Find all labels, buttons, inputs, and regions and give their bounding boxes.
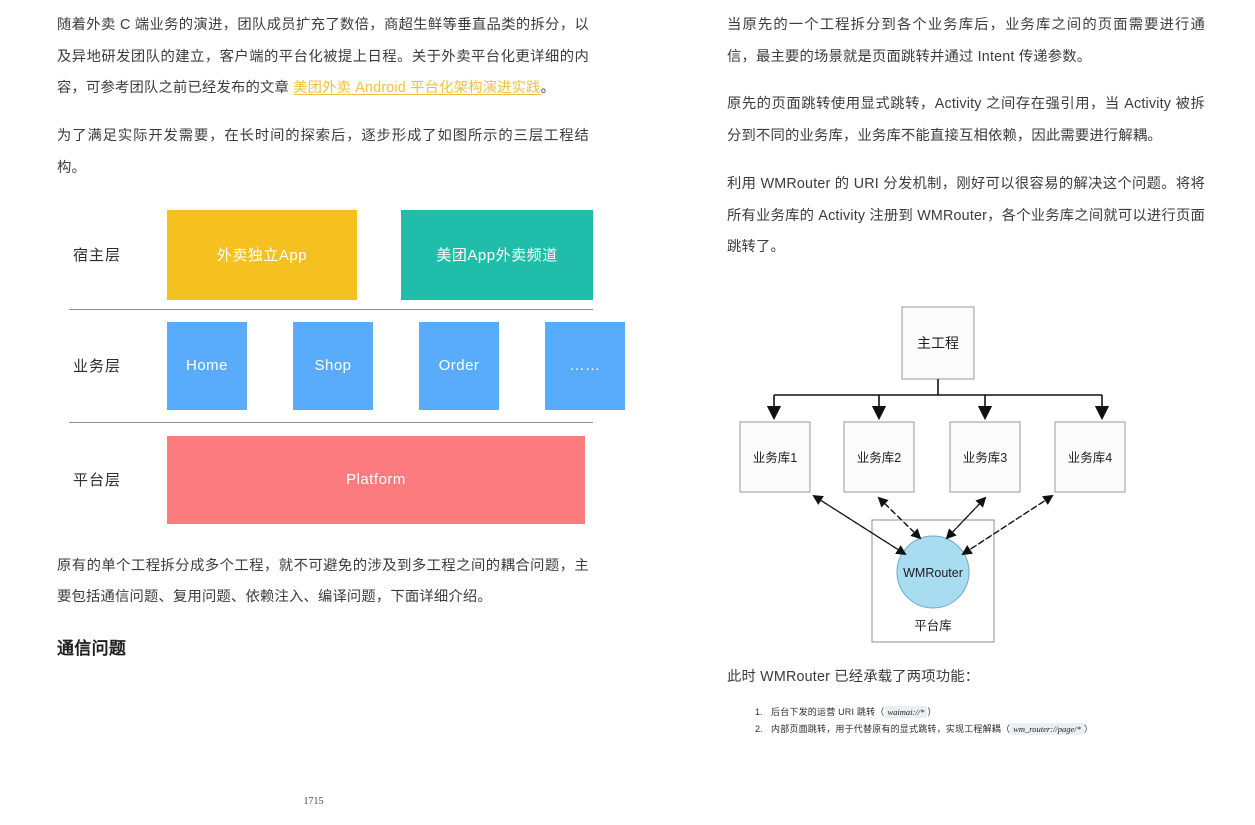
feature-2-suffix: ） xyxy=(1084,724,1093,734)
page-right-body: 当原先的一个工程拆分到各个业务库后，业务库之间的页面需要进行通信，最主要的场景就… xyxy=(627,0,1255,739)
feature-2-text: 内部页面跳转，用于代替原有的显式跳转，实现工程解耦（ xyxy=(771,724,1010,734)
layer-label-business: 业务层 xyxy=(57,355,167,376)
tile-ellipsis: …… xyxy=(545,322,625,410)
feature-1-suffix: ） xyxy=(927,707,936,717)
right-paragraph-1: 当原先的一个工程拆分到各个业务库后，业务库之间的页面需要进行通信，最主要的场景就… xyxy=(727,10,1205,73)
tile-waimai-app: 外卖独立App xyxy=(167,210,357,300)
tile-meituan-app-channel: 美团App外卖频道 xyxy=(401,210,593,300)
flow-node-platform-container-label: 平台库 xyxy=(914,618,952,633)
layer-label-platform: 平台层 xyxy=(57,469,167,490)
article-link[interactable]: 美团外卖 Android 平台化架构演进实践 xyxy=(293,80,540,96)
right-paragraph-4: 此时 WMRouter 已经承载了两项功能： xyxy=(727,662,1205,694)
tile-order: Order xyxy=(419,322,499,410)
feature-2-code: wm_router://page/* xyxy=(1010,723,1084,735)
layer-tiles-platform: Platform xyxy=(167,436,593,524)
layer-tiles-host: 外卖独立App 美团App外卖频道 xyxy=(167,210,593,300)
flow-node-main-project-label: 主工程 xyxy=(917,335,959,351)
layer-row-host: 宿主层 外卖独立App 美团App外卖频道 xyxy=(57,201,593,309)
feature-1-code: waimai://* xyxy=(885,706,928,718)
page-left: 随着外卖 C 端业务的演进，团队成员扩充了数倍，商超生鲜等垂直品类的拆分，以及异… xyxy=(0,0,627,825)
page-number-left: 1715 xyxy=(0,796,627,807)
list-item: 内部页面跳转，用于代替原有的显式跳转，实现工程解耦（wm_router://pa… xyxy=(765,721,1205,739)
feature-1-text: 后台下发的运营 URI 跳转（ xyxy=(771,707,885,717)
right-paragraph-2: 原先的页面跳转使用显式跳转，Activity 之间存在强引用，当 Activit… xyxy=(727,89,1205,152)
layer-tiles-business: Home Shop Order …… xyxy=(167,322,625,410)
paragraph-1-text-after-link: 。 xyxy=(541,80,556,96)
right-paragraph-3: 利用 WMRouter 的 URI 分发机制，刚好可以很容易的解决这个问题。将将… xyxy=(727,169,1205,264)
three-layer-architecture-figure: 宿主层 外卖独立App 美团App外卖频道 业务层 Home Shop Orde… xyxy=(57,201,593,537)
paragraph-2: 为了满足实际开发需要，在长时间的探索后，逐步形成了如图所示的三层工程结构。 xyxy=(57,121,589,184)
layer-row-platform: 平台层 Platform xyxy=(57,423,593,537)
document-page-spread: 随着外卖 C 端业务的演进，团队成员扩充了数倍，商超生鲜等垂直品类的拆分，以及异… xyxy=(0,0,1255,825)
flow-node-wmrouter-label: WMRouter xyxy=(903,566,963,580)
wmrouter-flow-diagram: 主工程 业务库1 业务库2 业务库3 xyxy=(727,282,1205,652)
paragraph-1: 随着外卖 C 端业务的演进，团队成员扩充了数倍，商超生鲜等垂直品类的拆分，以及异… xyxy=(57,10,589,105)
flow-node-business-3-label: 业务库3 xyxy=(963,450,1008,465)
wmrouter-feature-list: 后台下发的运营 URI 跳转（waimai://*） 内部页面跳转，用于代替原有… xyxy=(727,704,1205,739)
tile-home: Home xyxy=(167,322,247,410)
tile-shop: Shop xyxy=(293,322,373,410)
tile-platform: Platform xyxy=(167,436,585,524)
page-left-body: 随着外卖 C 端业务的演进，团队成员扩充了数倍，商超生鲜等垂直品类的拆分，以及异… xyxy=(0,0,627,659)
flow-node-business-4-label: 业务库4 xyxy=(1068,450,1113,465)
flow-node-business-1-label: 业务库1 xyxy=(753,450,798,465)
list-item: 后台下发的运营 URI 跳转（waimai://*） xyxy=(765,704,1205,722)
page-right: 当原先的一个工程拆分到各个业务库后，业务库之间的页面需要进行通信，最主要的场景就… xyxy=(627,0,1255,825)
layer-row-business: 业务层 Home Shop Order …… xyxy=(57,310,593,422)
paragraph-3: 原有的单个工程拆分成多个工程，就不可避免的涉及到多工程之间的耦合问题，主要包括通… xyxy=(57,551,589,614)
layer-label-host: 宿主层 xyxy=(57,244,167,265)
flow-node-business-2-label: 业务库2 xyxy=(857,450,902,465)
section-heading-communication: 通信问题 xyxy=(57,634,589,659)
